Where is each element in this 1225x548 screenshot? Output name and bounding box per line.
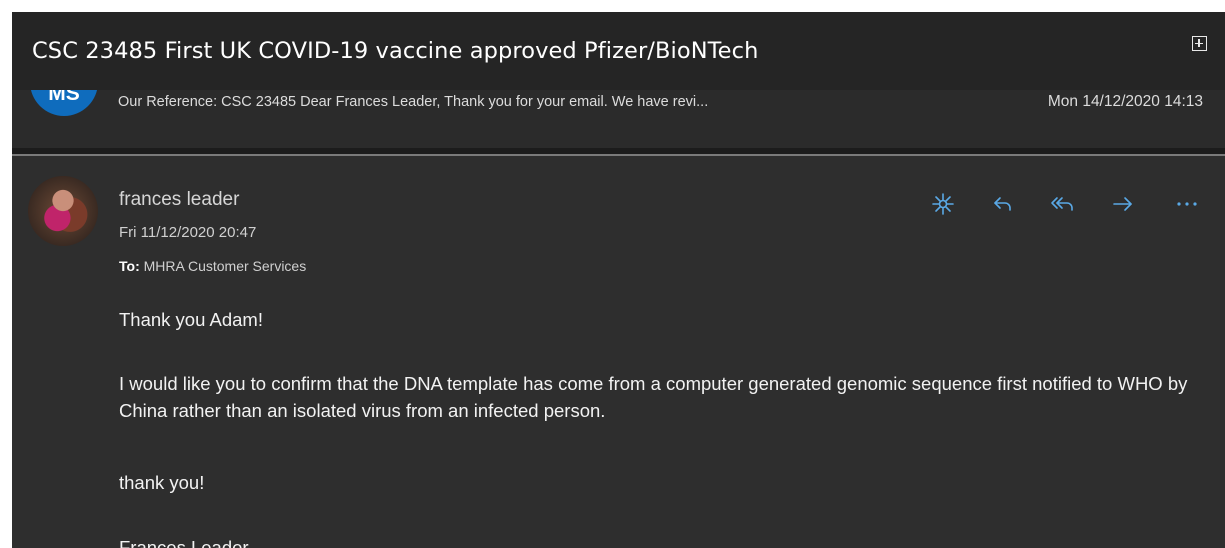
- avatar: MS: [30, 90, 98, 116]
- open-in-new-window-icon[interactable]: [1192, 36, 1207, 51]
- sender-avatar: [28, 176, 98, 246]
- thread-date: Mon 14/12/2020 14:13: [1047, 93, 1203, 110]
- sparkle-icon: [932, 193, 954, 215]
- forward-icon: [1113, 197, 1132, 211]
- sparkle-button[interactable]: [925, 186, 961, 222]
- email-reading-window: CSC 23485 First UK COVID-19 vaccine appr…: [12, 12, 1225, 548]
- body-paragraph: thank you!: [119, 472, 205, 493]
- to-label: To:: [119, 258, 140, 274]
- body-paragraph: I would like you to confirm that the DNA…: [119, 373, 1188, 421]
- body-paragraph: Thank you Adam!: [119, 309, 263, 330]
- reply-button[interactable]: [985, 186, 1021, 222]
- sender-name[interactable]: frances leader: [119, 189, 239, 211]
- email-subject: CSC 23485 First UK COVID-19 vaccine appr…: [32, 38, 759, 64]
- title-bar: CSC 23485 First UK COVID-19 vaccine appr…: [12, 12, 1225, 90]
- recipient[interactable]: MHRA Customer Services: [144, 258, 307, 274]
- more-icon: [1177, 202, 1197, 206]
- thread-preview: Our Reference: CSC 23485 Dear Frances Le…: [118, 94, 709, 110]
- forward-button[interactable]: [1105, 186, 1141, 222]
- reply-icon: [994, 197, 1011, 211]
- sent-date: Fri 11/12/2020 20:47: [119, 224, 257, 241]
- reply-all-icon: [1051, 197, 1073, 211]
- message: frances leader Fri 11/12/2020 20:47 To: …: [12, 156, 1225, 548]
- reply-all-button[interactable]: [1045, 186, 1081, 222]
- thread-item[interactable]: MS Our Reference: CSC 23485 Dear Frances…: [12, 90, 1225, 148]
- recipient-line: To: MHRA Customer Services: [119, 258, 306, 274]
- signature: Frances Leader: [119, 537, 249, 548]
- more-options-button[interactable]: [1169, 186, 1205, 222]
